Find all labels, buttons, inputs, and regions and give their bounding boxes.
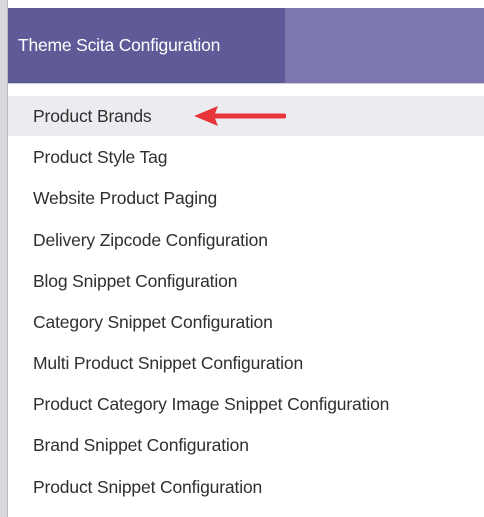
menu-item-delivery-zipcode-configuration[interactable]: Delivery Zipcode Configuration: [8, 220, 484, 260]
menu-item-product-style-tag[interactable]: Product Style Tag: [8, 137, 484, 177]
menu-item-label: Category Snippet Configuration: [33, 311, 273, 332]
menu-item-label: Product Style Tag: [33, 146, 168, 167]
menu-item-product-snippet-configuration[interactable]: Product Snippet Configuration: [8, 467, 484, 507]
menu-item-label: Product Brands: [33, 105, 152, 126]
menu-item-label: Multi Product Snippet Configuration: [33, 352, 304, 373]
menu-item-label: Website Product Paging: [33, 187, 218, 208]
dropdown-top-divider: [8, 83, 484, 84]
menu-item-label: Delivery Zipcode Configuration: [33, 229, 268, 250]
left-arrow-icon: [194, 106, 286, 126]
menu-item-label: Brand Snippet Configuration: [33, 434, 249, 455]
menu-item-label: Product Snippet Configuration: [33, 476, 263, 497]
menu-tab-theme-scita-configuration[interactable]: Theme Scita Configuration: [8, 8, 285, 83]
menu-item-label: Product Category Image Snippet Configura…: [33, 393, 390, 414]
menu-item-blog-snippet-configuration[interactable]: Blog Snippet Configuration: [8, 261, 484, 301]
menu-tab-label: Theme Scita Configuration: [18, 35, 221, 55]
menu-item-brand-snippet-configuration[interactable]: Brand Snippet Configuration: [8, 425, 484, 465]
menu-item-multi-product-snippet-configuration[interactable]: Multi Product Snippet Configuration: [8, 343, 484, 383]
dropdown-screenshot: Theme Scita Configuration Product Brands…: [0, 0, 484, 517]
menu-item-product-category-image-snippet-configuration[interactable]: Product Category Image Snippet Configura…: [8, 384, 484, 424]
menu-item-website-product-paging[interactable]: Website Product Paging: [8, 178, 484, 218]
menu-item-category-snippet-configuration[interactable]: Category Snippet Configuration: [8, 302, 484, 342]
menu-item-label: Blog Snippet Configuration: [33, 270, 238, 291]
